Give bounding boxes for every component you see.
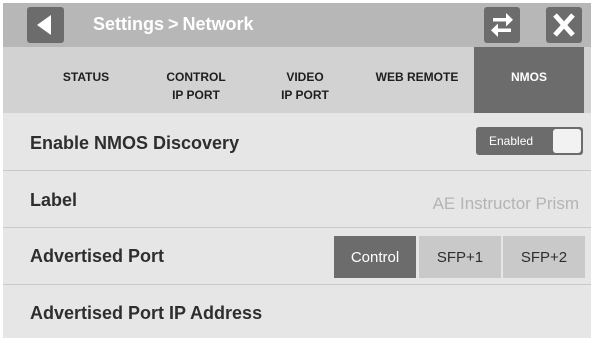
- advertised-ip-row: Advertised Port IP Address: [3, 284, 591, 338]
- tab-status-label: STATUS: [62, 70, 110, 84]
- toggle-knob: [553, 129, 581, 153]
- tab-control-ip-port[interactable]: CONTROL IP PORT: [141, 47, 251, 113]
- tab-nmos-label: NMOS: [511, 70, 547, 84]
- label-row: Label AE Instructor Prism: [3, 170, 591, 227]
- advertised-port-label: Advertised Port: [30, 246, 165, 266]
- tab-nmos[interactable]: NMOS: [474, 47, 584, 113]
- advertised-ip-label: Advertised Port IP Address: [30, 303, 263, 323]
- discovery-label: Enable NMOS Discovery: [30, 133, 240, 153]
- tab-web-remote-label: WEB REMOTE: [375, 70, 459, 84]
- port-option-control[interactable]: Control: [334, 236, 416, 278]
- close-icon: [553, 13, 575, 37]
- label-label: Label: [30, 190, 78, 210]
- header-bar: Settings > Network: [3, 3, 591, 47]
- back-button[interactable]: [27, 7, 64, 43]
- tab-video-label-line2: IP PORT: [281, 88, 329, 102]
- tab-video-label: VIDEO: [286, 70, 324, 84]
- page-title: Settings > Network: [93, 14, 254, 35]
- label-value-field[interactable]: AE Instructor Prism: [433, 194, 579, 214]
- tab-control-label-line2: IP PORT: [172, 88, 220, 102]
- tab-bar: STATUS CONTROL IP PORT VIDEO IP PORT WEB R…: [3, 47, 591, 113]
- swap-button[interactable]: [484, 7, 520, 43]
- breadcrumb-separator: >: [168, 14, 179, 34]
- discovery-row: Enable NMOS Discovery Enabled: [3, 113, 591, 170]
- port-option-sfp1[interactable]: SFP+1: [419, 236, 501, 278]
- breadcrumb-current: Network: [182, 14, 254, 34]
- discovery-toggle[interactable]: Enabled: [476, 127, 583, 155]
- tab-status[interactable]: STATUS: [33, 47, 139, 113]
- breadcrumb-parent: Settings: [93, 14, 165, 34]
- network-settings-screen: Settings > Network STATUS CONTROL IP PORT V: [3, 3, 591, 338]
- tab-control-label: CONTROL: [166, 70, 226, 84]
- advertised-port-row: Advertised Port Control SFP+1 SFP+2: [3, 227, 591, 284]
- port-option-sfp2[interactable]: SFP+2: [503, 236, 585, 278]
- close-button[interactable]: [546, 7, 582, 43]
- swap-arrows-icon: [491, 13, 513, 37]
- tab-web-remote[interactable]: WEB REMOTE: [361, 47, 473, 113]
- toggle-state-label: Enabled: [489, 134, 534, 148]
- tab-video-ip-port[interactable]: VIDEO IP PORT: [255, 47, 355, 113]
- back-arrow-icon: [37, 15, 51, 35]
